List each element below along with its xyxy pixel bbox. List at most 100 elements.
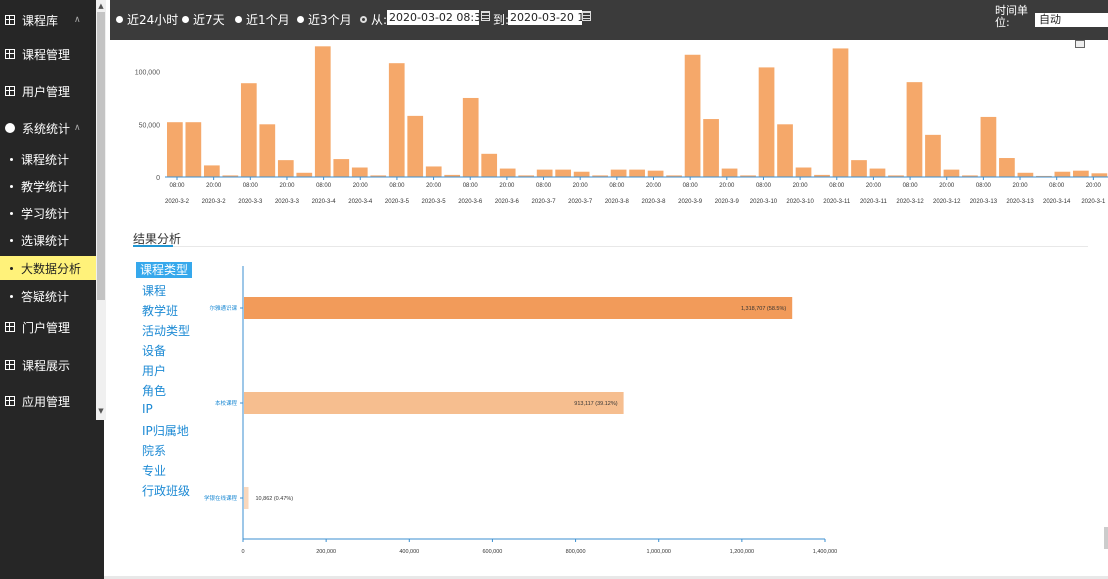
sidebar-subitem-course-stats[interactable]: 课程统计 bbox=[0, 147, 96, 171]
course-type-bar-chart: 尔雅通识课 1,318,707 (58.5%) 本校课程 913,117 (39.12… bbox=[204, 266, 837, 555]
sidebar-subitem-qa-stats[interactable]: 答疑统计 bbox=[0, 284, 96, 308]
sidebar: 课程库 ∧ 课程管理 用户管理 系统统计 ∧ 课程统计 教学统计 学习统计 选课… bbox=[0, 0, 96, 579]
time-unit-label: 时间单位: bbox=[995, 4, 1028, 29]
sidebar-subitem-teaching-stats[interactable]: 教学统计 bbox=[0, 174, 96, 198]
data-label: 913,117 (39.12%) bbox=[574, 401, 617, 407]
category-tab-department[interactable]: 院系 bbox=[142, 442, 166, 459]
scroll-up-icon[interactable]: ▲ bbox=[97, 1, 105, 11]
sidebar-subitem-label: 答疑统计 bbox=[21, 289, 70, 304]
category-tab-user[interactable]: 用户 bbox=[142, 362, 166, 379]
download-icon[interactable] bbox=[1075, 40, 1085, 48]
x-tick-label-date: 2020-3-1 bbox=[1081, 199, 1106, 205]
bar bbox=[943, 169, 960, 177]
time-unit-select[interactable]: 自动 bbox=[1035, 13, 1108, 27]
data-label: 1,318,707 (58.5%) bbox=[741, 306, 786, 312]
x-tick-label-time: 20:00 bbox=[499, 183, 515, 189]
bar bbox=[185, 122, 202, 177]
x-tick-label-time: 08:00 bbox=[1049, 183, 1065, 189]
page-scroll-handle[interactable] bbox=[1104, 527, 1108, 549]
sidebar-subitem-label: 大数据分析 bbox=[21, 261, 82, 276]
category-label: 尔雅通识课 bbox=[209, 304, 237, 312]
bar bbox=[244, 487, 249, 509]
bar bbox=[610, 169, 627, 177]
sidebar-subitem-big-data[interactable]: 大数据分析 bbox=[0, 256, 96, 280]
range-option-1m[interactable]: 近1个月 bbox=[235, 11, 290, 28]
category-tab-ip[interactable]: IP bbox=[142, 402, 153, 416]
category-label: 本校课程 bbox=[215, 399, 238, 407]
radio-icon bbox=[297, 16, 304, 23]
sidebar-item-app-management[interactable]: 应用管理 bbox=[0, 388, 96, 414]
sidebar-item-course-library[interactable]: 课程库 ∧ bbox=[0, 7, 96, 33]
category-tab-course-type[interactable]: 课程类型 bbox=[136, 262, 193, 278]
x-tick-label-time: 08:00 bbox=[169, 183, 185, 189]
x-tick-label-time: 20:00 bbox=[573, 183, 589, 189]
sidebar-item-portal-management[interactable]: 门户管理 bbox=[0, 314, 96, 340]
grid-icon bbox=[5, 360, 15, 370]
sidebar-scrollbar[interactable]: ▲ ▼ bbox=[96, 0, 106, 420]
sidebar-item-course-management[interactable]: 课程管理 bbox=[0, 41, 96, 67]
x-tick-label-date: 2020-3-10 bbox=[750, 199, 778, 205]
bar bbox=[1017, 172, 1034, 177]
bar bbox=[536, 169, 553, 177]
x-tick-label-date: 2020-3-13 bbox=[1006, 199, 1034, 205]
bullet-icon bbox=[10, 266, 13, 270]
bar bbox=[555, 169, 572, 177]
x-tick-label-date: 2020-3-3 bbox=[275, 199, 300, 205]
bar bbox=[277, 160, 294, 177]
pie-icon bbox=[5, 123, 15, 133]
bullet-icon bbox=[10, 157, 13, 161]
data-label: 10,862 (0.47%) bbox=[256, 496, 294, 502]
x-tick-label-time: 20:00 bbox=[1013, 183, 1029, 189]
x-tick-label-time: 20:00 bbox=[719, 183, 735, 189]
x-tick-label: 600,000 bbox=[482, 549, 502, 555]
x-tick-label-date: 2020-3-5 bbox=[385, 199, 410, 205]
range-option-label: 近24小时 bbox=[127, 13, 179, 27]
bar bbox=[244, 297, 793, 319]
calendar-icon[interactable] bbox=[582, 11, 591, 21]
sidebar-subitem-learning-stats[interactable]: 学习统计 bbox=[0, 201, 96, 225]
grid-icon bbox=[5, 15, 15, 25]
scroll-down-icon[interactable]: ▼ bbox=[97, 406, 105, 416]
to-date-input[interactable]: 2020-03-20 19:3( bbox=[508, 10, 582, 25]
sidebar-item-label: 应用管理 bbox=[22, 394, 71, 409]
range-option-24h[interactable]: 近24小时 bbox=[116, 11, 178, 28]
bar bbox=[869, 168, 886, 177]
from-date-input[interactable]: 2020-03-02 08:3( bbox=[387, 10, 479, 25]
sidebar-subitem-label: 教学统计 bbox=[21, 179, 70, 194]
sidebar-subitem-label: 选课统计 bbox=[21, 233, 70, 248]
bar bbox=[999, 158, 1015, 177]
scroll-thumb[interactable] bbox=[97, 12, 105, 300]
x-tick-label: 1,000,000 bbox=[646, 549, 670, 555]
time-range-toolbar: 近24小时 近7天 近1个月 近3个月 从: 2020-03-02 08:3( … bbox=[110, 0, 1108, 40]
sidebar-item-course-showcase[interactable]: 课程展示 bbox=[0, 352, 96, 378]
category-tab-class[interactable]: 教学班 bbox=[142, 302, 178, 319]
bar bbox=[684, 54, 701, 177]
x-tick-label-time: 20:00 bbox=[279, 183, 295, 189]
sidebar-item-user-management[interactable]: 用户管理 bbox=[0, 78, 96, 104]
bar bbox=[1073, 170, 1089, 177]
category-tab-admin-class[interactable]: 行政班级 bbox=[142, 482, 190, 499]
range-option-7d[interactable]: 近7天 bbox=[182, 11, 225, 28]
bar bbox=[296, 172, 313, 177]
bar bbox=[906, 82, 923, 177]
grid-icon bbox=[5, 396, 15, 406]
x-tick-label-time: 08:00 bbox=[976, 183, 992, 189]
category-tab-role[interactable]: 角色 bbox=[142, 382, 166, 399]
category-tab-device[interactable]: 设备 bbox=[142, 342, 166, 359]
category-tab-activity-type[interactable]: 活动类型 bbox=[142, 322, 190, 339]
sidebar-item-system-statistics[interactable]: 系统统计 ∧ bbox=[0, 115, 96, 141]
category-tab-major[interactable]: 专业 bbox=[142, 462, 166, 479]
range-option-custom[interactable]: 从: bbox=[360, 11, 387, 28]
x-tick-label-date: 2020-3-4 bbox=[348, 199, 373, 205]
range-option-3m[interactable]: 近3个月 bbox=[297, 11, 352, 28]
bar bbox=[758, 67, 775, 177]
x-tick-label: 800,000 bbox=[566, 549, 586, 555]
bar bbox=[407, 115, 424, 177]
sidebar-edge bbox=[96, 420, 104, 579]
x-tick-label-time: 08:00 bbox=[536, 183, 552, 189]
category-tab-course[interactable]: 课程 bbox=[142, 282, 166, 299]
x-tick-label: 0 bbox=[241, 549, 244, 555]
sidebar-subitem-enrollment-stats[interactable]: 选课统计 bbox=[0, 228, 96, 252]
category-tab-ip-location[interactable]: IP归属地 bbox=[142, 422, 189, 439]
sidebar-item-label: 课程管理 bbox=[22, 47, 71, 62]
